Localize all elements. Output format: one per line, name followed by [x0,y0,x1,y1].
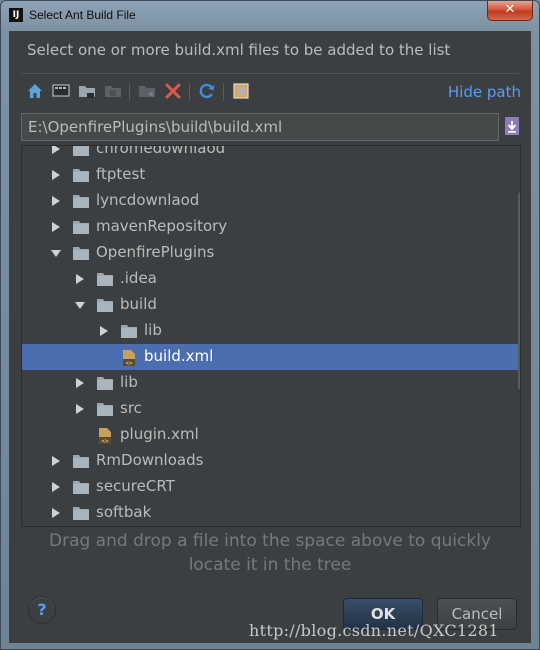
xml-file-icon: <> [96,427,114,445]
file-chooser-toolbar [25,81,285,103]
instruction-text: Select one or more build.xml files to be… [27,41,451,59]
window-title: Select Ant Build File [29,8,136,22]
drag-drop-hint: Drag and drop a file into the space abov… [9,529,531,577]
toolbar-separator [223,83,224,101]
tree-row[interactable]: RmDownloads [22,448,520,474]
desktop-icon[interactable] [51,81,71,101]
new-folder-icon[interactable] [137,81,157,101]
tree-row-label: secureCRT [96,477,175,495]
module-folder-icon[interactable] [103,81,123,101]
tree-row[interactable]: src [22,396,520,422]
folder-icon [72,479,90,495]
title-bar[interactable]: IJ Select Ant Build File ✕ [1,1,539,31]
dialog-content: Select one or more build.xml files to be… [9,31,531,643]
tree-row-label: build [120,295,157,313]
tree-row[interactable]: softbak [22,500,520,526]
collapsed-arrow-icon[interactable] [50,506,62,520]
folder-icon [72,167,90,183]
tree-row[interactable]: lib [22,318,520,344]
tree-row-label: plugin.xml [120,425,199,443]
drag-hint-line-2: locate it in the tree [188,555,352,575]
help-button[interactable]: ? [28,596,56,624]
delete-icon[interactable] [163,81,183,101]
tree-row[interactable]: .idea [22,266,520,292]
folder-icon [96,271,114,287]
tree-row[interactable]: lib [22,370,520,396]
collapsed-arrow-icon[interactable] [74,402,86,416]
path-history-icon[interactable] [503,115,521,137]
tree-row-label: softbak [96,503,152,521]
folder-icon [96,375,114,391]
tree-row-label: build.xml [144,347,214,365]
dialog-window: IJ Select Ant Build File ✕ Select one or… [0,0,540,650]
tree-row-label: lyncdownlaod [96,191,200,209]
tree-row[interactable]: <> build.xml [22,344,520,370]
intellij-app-icon: IJ [9,8,23,22]
collapsed-arrow-icon[interactable] [74,376,86,390]
folder-icon [96,401,114,417]
folder-icon [72,146,90,157]
drag-hint-line-1: Drag and drop a file into the space abov… [48,531,491,551]
tree-row-label: OpenfirePlugins [96,243,215,261]
folder-icon [72,453,90,469]
svg-text:<>: <> [101,438,109,445]
collapsed-arrow-icon[interactable] [50,146,62,156]
tree-scrollbar[interactable] [518,192,520,390]
toolbar-separator [129,83,130,101]
tree-row[interactable]: chromedownlaod [22,145,520,162]
folder-icon [72,193,90,209]
collapsed-arrow-icon[interactable] [50,168,62,182]
tree-row[interactable]: ftptest [22,162,520,188]
file-tree[interactable]: chromedownlaod ftptest lyncdownlaod mavenRe… [21,145,521,527]
watermark-text: http://blog.csdn.net/QXC1281 [249,621,499,640]
tree-row[interactable]: mavenRepository [22,214,520,240]
hide-path-link[interactable]: Hide path [448,83,521,101]
tree-row-label: lib [144,321,162,339]
path-input[interactable]: E:\OpenfirePlugins\build\build.xml [21,113,499,141]
tree-row-label: .idea [120,269,157,287]
xml-file-icon: <> [120,349,138,367]
close-window-button[interactable]: ✕ [487,1,533,21]
show-hidden-icon[interactable] [231,81,251,101]
separator [21,73,519,74]
collapsed-arrow-icon[interactable] [98,324,110,338]
tree-row-label: RmDownloads [96,451,204,469]
folder-icon [120,323,138,339]
tree-row-label: chromedownlaod [96,145,226,157]
tree-row[interactable]: OpenfirePlugins [22,240,520,266]
folder-icon [72,245,90,261]
toolbar-separator [189,83,190,101]
tree-row[interactable]: lyncdownlaod [22,188,520,214]
refresh-icon[interactable] [197,81,217,101]
expanded-arrow-icon[interactable] [50,246,62,260]
svg-text:<>: <> [125,360,133,367]
home-icon[interactable] [25,81,45,101]
tree-rows: chromedownlaod ftptest lyncdownlaod mavenRe… [22,145,520,526]
tree-row-label: src [120,399,142,417]
expanded-arrow-icon[interactable] [74,298,86,312]
tree-row-label: ftptest [96,165,146,183]
collapsed-arrow-icon[interactable] [50,194,62,208]
collapsed-arrow-icon[interactable] [50,480,62,494]
tree-row[interactable]: <> plugin.xml [22,422,520,448]
collapsed-arrow-icon[interactable] [74,272,86,286]
folder-icon [96,297,114,313]
folder-icon [72,505,90,521]
tree-row[interactable]: secureCRT [22,474,520,500]
collapsed-arrow-icon[interactable] [50,220,62,234]
tree-row-label: mavenRepository [96,217,228,235]
collapsed-arrow-icon[interactable] [50,454,62,468]
folder-icon [72,219,90,235]
tree-row-label: lib [120,373,138,391]
project-folder-icon[interactable] [77,81,97,101]
tree-row[interactable]: build [22,292,520,318]
